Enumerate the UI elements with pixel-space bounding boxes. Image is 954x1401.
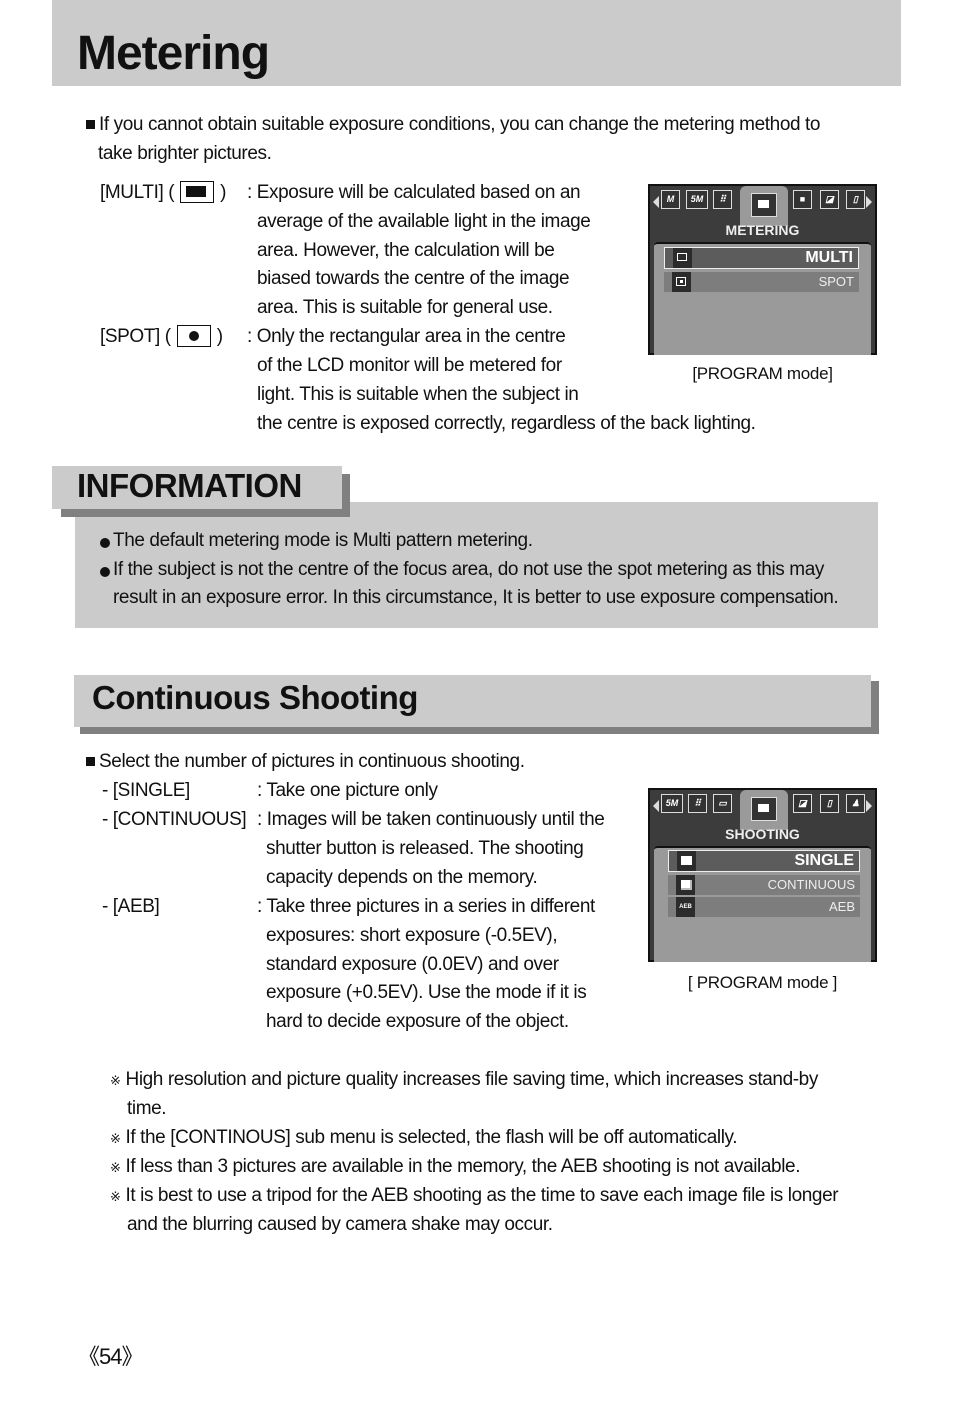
effect-tab-icon: ▯ bbox=[820, 794, 839, 813]
lcd-option-continuous: CONTINUOUS bbox=[668, 875, 860, 895]
note-3-cont: and the blurring caused by camera shake … bbox=[127, 1214, 553, 1235]
square-bullet-icon bbox=[86, 120, 95, 129]
note-0: ※ High resolution and picture quality inc… bbox=[110, 1065, 818, 1095]
page-title: Metering bbox=[77, 27, 270, 80]
continuous-intro: Select the number of pictures in continu… bbox=[86, 747, 525, 776]
note-3: ※ It is best to use a tripod for the AEB … bbox=[110, 1181, 839, 1211]
lcd-option-single: SINGLE bbox=[668, 850, 860, 872]
multi-term: [MULTI] () bbox=[100, 181, 227, 203]
aeb-desc-1: exposures: short exposure (-0.5EV), bbox=[266, 925, 558, 946]
info-bullet-0: The default metering mode is Multi patte… bbox=[100, 526, 533, 555]
lcd-tab-bar: M 5M ⠿ ■ ◪ ▯ bbox=[650, 186, 875, 226]
metering-lcd-screenshot: M 5M ⠿ ■ ◪ ▯ METERING MULTI SPOT bbox=[648, 184, 877, 355]
self-timer-tab-icon: ♟ bbox=[846, 794, 865, 813]
spot-metering-icon bbox=[176, 325, 211, 347]
left-arrow-icon bbox=[653, 800, 659, 812]
lcd-option-aeb: AEB AEB bbox=[668, 897, 860, 917]
round-bullet-icon bbox=[100, 538, 110, 548]
information-heading: INFORMATION bbox=[77, 467, 302, 504]
shooting-tab-icon bbox=[751, 797, 777, 821]
lcd-tab-bar: 5M ⠿ ▭ ◪ ▯ ♟ bbox=[650, 790, 875, 830]
continuous-shot-icon bbox=[676, 875, 695, 895]
spot-metering-icon bbox=[672, 272, 691, 292]
aeb-term: - [AEB] bbox=[102, 896, 160, 917]
multi-desc-3: biased towards the centre of the image bbox=[257, 268, 570, 289]
reference-mark-icon: ※ bbox=[110, 1073, 121, 1088]
spot-desc-2: light. This is suitable when the subject… bbox=[257, 384, 579, 405]
note-1: ※ If the [CONTINOUS] sub menu is selected… bbox=[110, 1123, 738, 1153]
multi-desc-0: : Exposure will be calculated based on a… bbox=[247, 182, 581, 203]
reference-mark-icon: ※ bbox=[110, 1131, 121, 1146]
page-number: 《54》 bbox=[78, 1344, 143, 1369]
aeb-desc-0: : Take three pictures in a series in dif… bbox=[257, 896, 595, 917]
aeb-desc-4: hard to decide exposure of the object. bbox=[266, 1011, 569, 1032]
metering-tab-icon: ▭ bbox=[713, 794, 732, 813]
shooting-tab-icon: ■ bbox=[793, 190, 812, 209]
size-5m-tab-icon: 5M bbox=[686, 190, 708, 209]
info-bullet-1-cont: result in an exposure error. In this cir… bbox=[113, 587, 839, 608]
metering-intro-cont: take brighter pictures. bbox=[98, 143, 272, 164]
aeb-desc-3: exposure (+0.5EV). Use the mode if it is bbox=[266, 982, 587, 1003]
multi-metering-icon bbox=[180, 181, 215, 203]
mode-m-tab-icon: M bbox=[661, 190, 680, 209]
continuous-term: - [CONTINUOUS] bbox=[102, 809, 247, 830]
lcd-option-spot: SPOT bbox=[664, 272, 859, 292]
reference-mark-icon: ※ bbox=[110, 1160, 121, 1175]
right-arrow-icon bbox=[866, 800, 872, 812]
continuous-desc-1: shutter button is released. The shooting bbox=[266, 838, 584, 859]
continuous-shooting-heading: Continuous Shooting bbox=[92, 679, 418, 716]
right-arrow-icon bbox=[866, 196, 872, 208]
sharpness-tab-icon: ◪ bbox=[820, 190, 839, 209]
spot-desc-3: the centre is exposed correctly, regardl… bbox=[257, 413, 756, 434]
metering-intro: If you cannot obtain suitable exposure c… bbox=[86, 110, 820, 139]
lcd-menu-title: METERING bbox=[725, 222, 800, 238]
metering-lcd-caption: [PROGRAM mode] bbox=[692, 364, 833, 383]
spot-term: [SPOT] () bbox=[100, 325, 223, 347]
shooting-lcd-caption: [ PROGRAM mode ] bbox=[687, 973, 838, 992]
lcd-menu-title: SHOOTING bbox=[725, 826, 800, 842]
multi-desc-2: area. However, the calculation will be bbox=[257, 240, 555, 261]
single-desc-0: : Take one picture only bbox=[257, 780, 438, 801]
continuous-desc-2: capacity depends on the memory. bbox=[266, 867, 538, 888]
single-shot-icon bbox=[677, 851, 696, 871]
sharpness-tab-icon: ◪ bbox=[793, 794, 812, 813]
multi-desc-4: area. This is suitable for general use. bbox=[257, 297, 553, 318]
multi-metering-icon bbox=[673, 248, 692, 268]
metering-tab-icon bbox=[751, 193, 777, 217]
note-2: ※ If less than 3 pictures are available i… bbox=[110, 1152, 800, 1182]
aeb-icon: AEB bbox=[676, 897, 695, 917]
shooting-lcd-screenshot: 5M ⠿ ▭ ◪ ▯ ♟ SHOOTING SINGLE CONTINUOUS … bbox=[648, 788, 877, 962]
note-0-cont: time. bbox=[127, 1098, 167, 1119]
spot-desc-1: of the LCD monitor will be metered for bbox=[257, 355, 562, 376]
quality-tab-icon: ⠿ bbox=[688, 794, 707, 813]
round-bullet-icon bbox=[100, 567, 110, 577]
square-bullet-icon bbox=[86, 757, 95, 766]
lcd-option-multi: MULTI bbox=[664, 247, 859, 269]
multi-desc-1: average of the available light in the im… bbox=[257, 211, 591, 232]
size-5m-tab-icon: 5M bbox=[661, 794, 683, 813]
reference-mark-icon: ※ bbox=[110, 1189, 121, 1204]
effect-tab-icon: ▯ bbox=[846, 190, 865, 209]
spot-desc-0: : Only the rectangular area in the centr… bbox=[247, 326, 566, 347]
left-arrow-icon bbox=[653, 196, 659, 208]
continuous-desc-0: : Images will be taken continuously unti… bbox=[257, 809, 605, 830]
quality-tab-icon: ⠿ bbox=[713, 190, 732, 209]
aeb-desc-2: standard exposure (0.0EV) and over bbox=[266, 954, 559, 975]
info-bullet-1: If the subject is not the centre of the … bbox=[100, 555, 824, 584]
single-term: - [SINGLE] bbox=[102, 780, 190, 801]
